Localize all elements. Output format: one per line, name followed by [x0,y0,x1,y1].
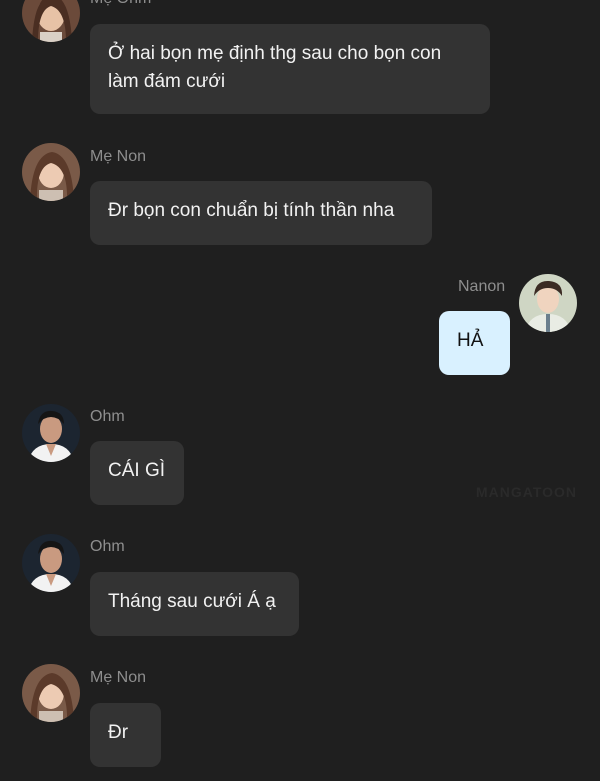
sender-name: Ohm [90,408,125,425]
avatar[interactable] [22,0,80,42]
sender-name: Nanon [458,278,506,295]
avatar[interactable] [22,143,80,201]
watermark: MANGATOON [476,484,578,500]
sender-name: Mẹ Non [90,148,147,165]
man-avatar-icon [22,534,80,592]
avatar[interactable] [22,404,80,462]
message-bubble[interactable]: CÁI GÌ [90,441,184,505]
message-bubble[interactable]: HẢ [439,311,510,375]
avatar[interactable] [22,534,80,592]
man-avatar-icon [22,404,80,462]
message-bubble[interactable]: Đr [90,703,161,767]
chat-thread: Mẹ Ohm Ở hai bọn mẹ định thg sau cho bọn… [0,0,600,781]
woman-avatar-icon [22,0,80,42]
avatar[interactable] [22,664,80,722]
sender-name: Ohm [90,538,125,555]
young-man-avatar-icon [519,274,577,332]
sender-name: Mẹ Ohm [90,0,151,8]
message-bubble[interactable]: Ở hai bọn mẹ định thg sau cho bọn con là… [90,24,490,114]
avatar[interactable] [519,274,577,332]
woman-avatar-icon [22,143,80,201]
woman-avatar-icon [22,664,80,722]
message-bubble[interactable]: Tháng sau cưới Á ạ [90,572,299,636]
sender-name: Mẹ Non [90,669,147,686]
message-bubble[interactable]: Đr bọn con chuẩn bị tính thần nha [90,181,432,245]
